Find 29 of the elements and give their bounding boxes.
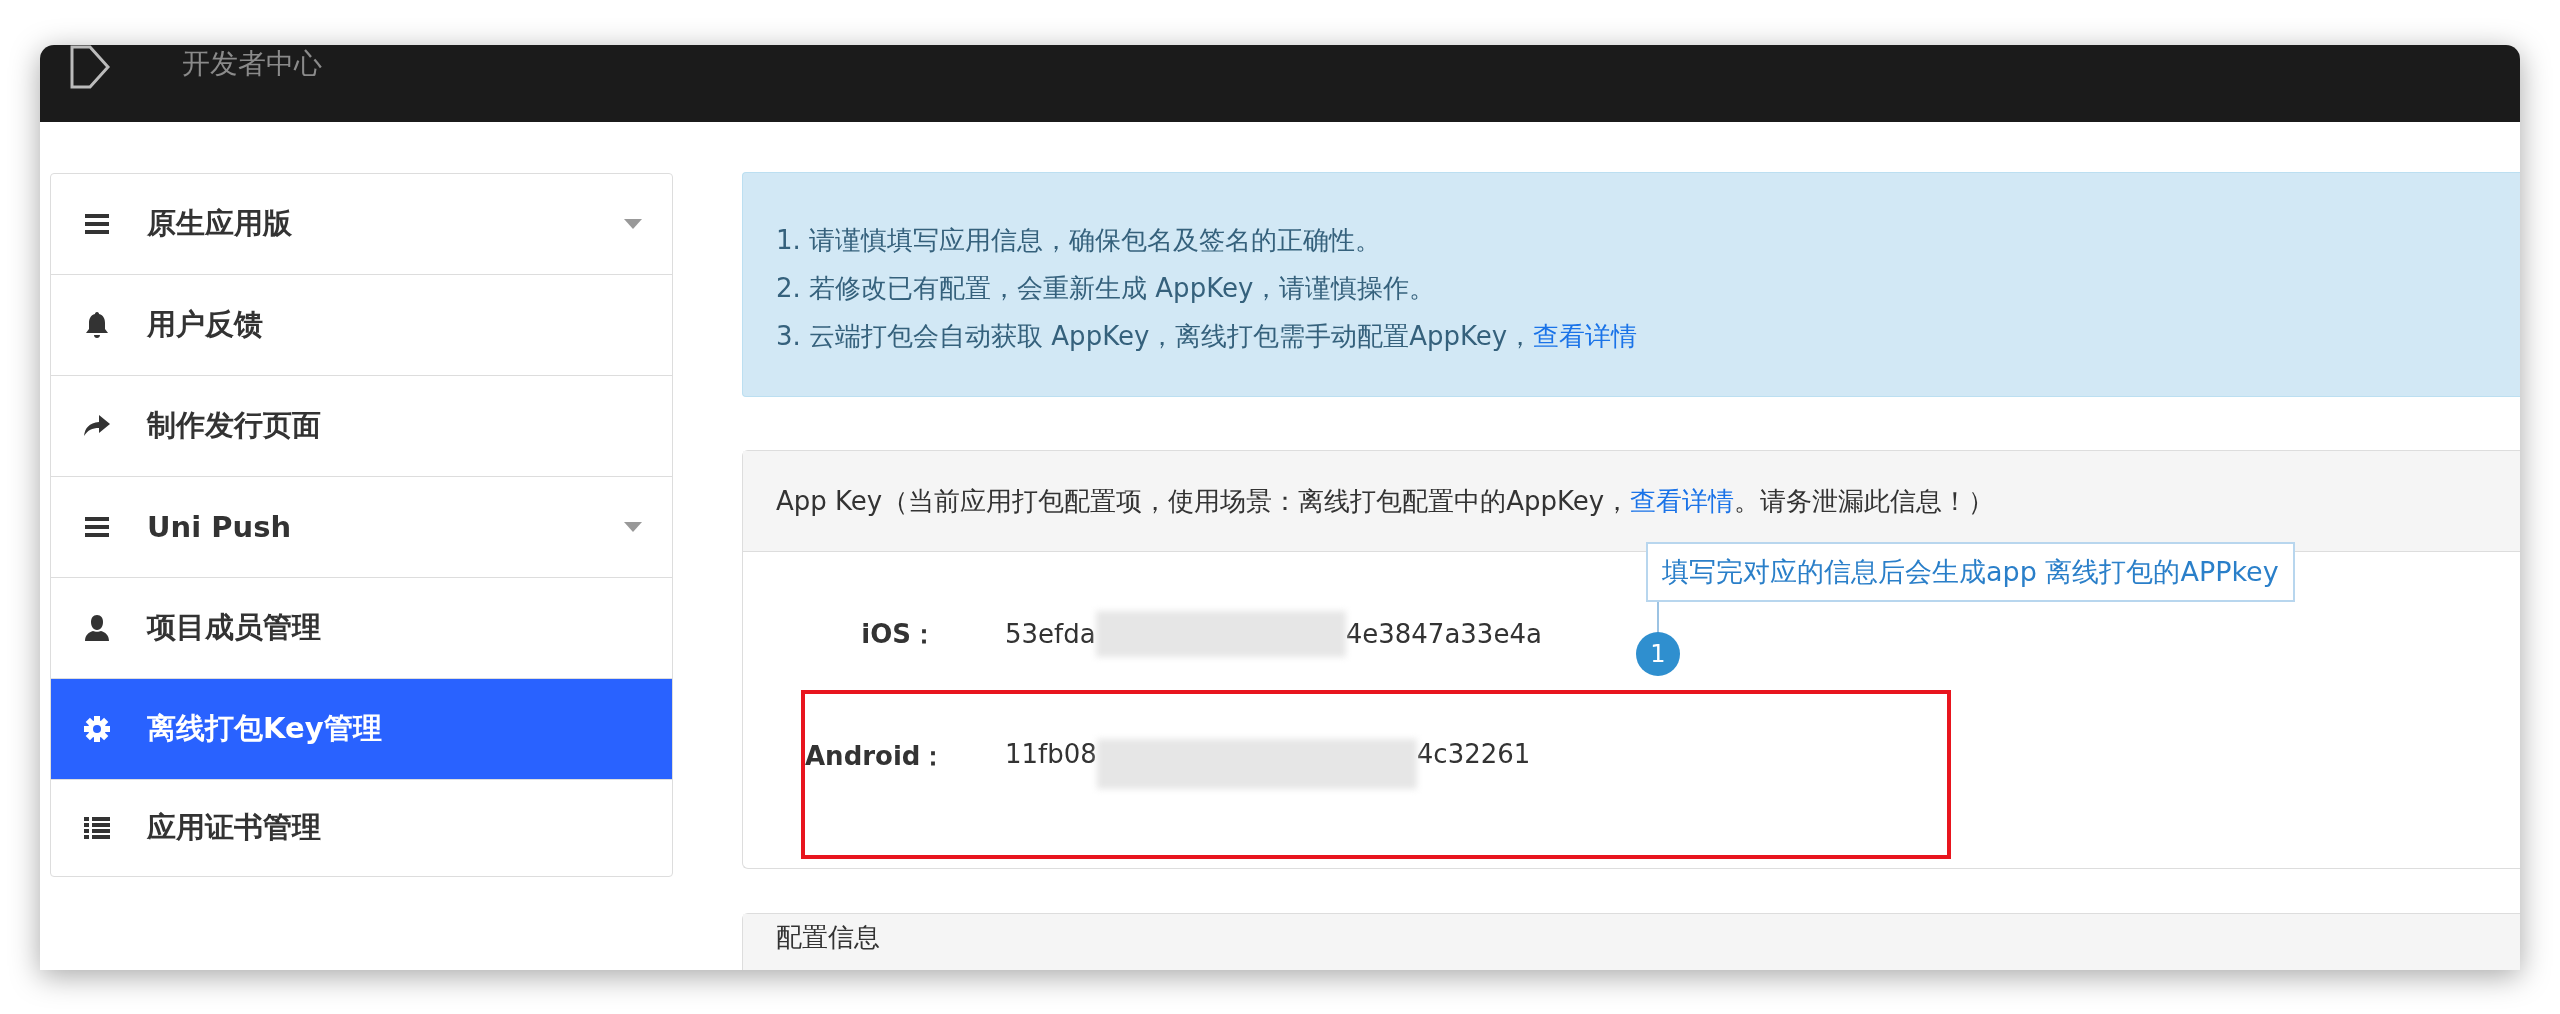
platform-label: Android： — [805, 740, 937, 773]
bell-icon — [83, 311, 111, 339]
sidebar-item[interactable]: 离线打包Key管理 — [51, 679, 672, 780]
key-value-end: 4e3847a33e4a — [1345, 619, 1542, 649]
sidebar-item[interactable]: 原生应用版 — [51, 174, 672, 275]
sidebar-item[interactable]: 应用证书管理 — [51, 780, 672, 876]
user-icon — [83, 614, 111, 642]
details-link[interactable]: 查看详情 — [1630, 485, 1735, 516]
logo-icon — [68, 45, 112, 89]
platform-label: iOS： — [860, 617, 937, 651]
sidebar-item[interactable]: 用户反馈 — [51, 275, 672, 376]
sidebar-item[interactable]: 制作发行页面 — [51, 376, 672, 477]
leader-line — [1657, 602, 1659, 634]
annotation-tooltip: 填写完对应的信息后会生成app 离线打包的APPkey — [1646, 542, 2295, 602]
sidebar-item[interactable]: Uni Push — [51, 477, 672, 578]
notice-text: 3. 云端打包会自动获取 AppKey，离线打包需手动配置AppKey， — [776, 321, 1534, 351]
caret-icon — [624, 522, 642, 532]
step-badge: 1 — [1636, 632, 1680, 676]
site-title: 开发者中心 — [182, 47, 322, 81]
details-link[interactable]: 查看详情 — [1533, 321, 1638, 351]
caret-icon — [624, 219, 642, 229]
notice-text: 2. 若修改已有配置，会重新生成 AppKey，请谨慎操作。 — [776, 273, 1436, 303]
key-value-start: 11fb08 — [1005, 739, 1097, 769]
key-value-end: 4c32261 — [1416, 739, 1531, 769]
list-icon — [83, 814, 111, 842]
notice-text: 1. 请谨慎填写应用信息，确保包名及签名的正确性。 — [776, 225, 1382, 255]
panel-heading: 配置信息 — [776, 922, 880, 952]
panel-heading: App Key（当前应用打包配置项，使用场景：离线打包配置中的AppKey，查看详情。请务泄漏此信息！） — [776, 484, 1995, 518]
key-value-start: 53efda — [1005, 619, 1096, 649]
